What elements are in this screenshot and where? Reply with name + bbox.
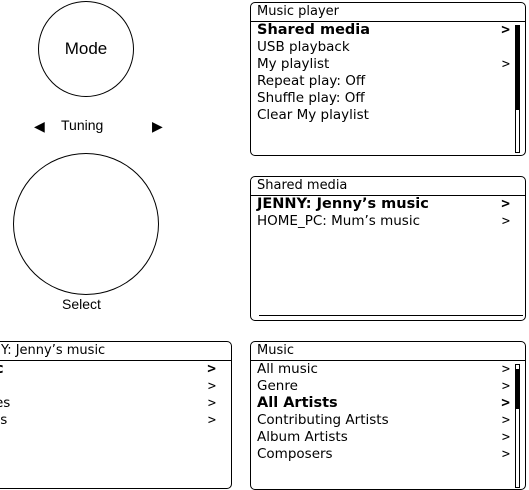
chevron-right-icon: >: [501, 446, 510, 462]
menu-item-clear-playlist[interactable]: Clear My playlist: [251, 107, 525, 124]
lcd-music-player: Music player Shared media > USB playback…: [250, 2, 526, 156]
tuning-left-arrow-icon[interactable]: ◀: [34, 118, 45, 135]
chevron-right-icon: >: [501, 22, 510, 38]
menu-item-3[interactable]: es >: [0, 395, 231, 412]
lcd-jenny-music: Y: Jenny’s music c > > es > ts >: [0, 341, 232, 489]
scrollbar-thumb[interactable]: [516, 26, 519, 110]
menu-list: c > > es > ts >: [0, 361, 231, 429]
menu-item-my-playlist[interactable]: My playlist >: [251, 56, 525, 73]
menu-item-label: c: [0, 361, 4, 377]
tuning-control: ◀ Tuning ▶: [34, 117, 166, 137]
menu-item-1[interactable]: c >: [0, 361, 231, 378]
menu-item-2[interactable]: >: [0, 378, 231, 395]
chevron-right-icon: >: [501, 429, 510, 445]
select-knob[interactable]: [13, 153, 159, 295]
chevron-right-icon: >: [501, 56, 510, 72]
menu-item-label: es: [0, 395, 11, 411]
tuning-right-arrow-icon[interactable]: ▶: [152, 118, 163, 135]
lcd-title: Shared media: [251, 177, 525, 196]
menu-item-label: Repeat play: Off: [257, 73, 366, 89]
menu-item-repeat-play[interactable]: Repeat play: Off: [251, 73, 525, 90]
menu-list: All music > Genre > All Artists > Contri…: [251, 361, 525, 463]
scrollbar[interactable]: [515, 364, 520, 488]
tuning-label: Tuning: [61, 117, 104, 133]
menu-item-label: Shuffle play: Off: [257, 90, 365, 106]
menu-item-label: Genre: [257, 378, 298, 394]
lcd-music: Music All music > Genre > All Artists > …: [250, 341, 526, 490]
menu-item-label: USB playback: [257, 39, 350, 55]
menu-item-label: Contributing Artists: [257, 412, 389, 428]
menu-item-composers[interactable]: Composers >: [251, 446, 525, 463]
select-label: Select: [62, 296, 101, 312]
chevron-right-icon: >: [501, 213, 510, 229]
chevron-right-icon: >: [501, 361, 510, 377]
lcd-title: Music: [251, 342, 525, 361]
menu-item-shared-media[interactable]: Shared media >: [251, 22, 525, 39]
scrollbar-thumb[interactable]: [516, 369, 519, 409]
menu-item-contributing-artists[interactable]: Contributing Artists >: [251, 412, 525, 429]
chevron-right-icon: >: [501, 395, 510, 411]
chevron-right-icon: >: [207, 412, 216, 428]
scrollbar[interactable]: [515, 25, 520, 153]
menu-item-label: My playlist: [257, 56, 330, 72]
mode-button-label: Mode: [64, 39, 108, 58]
menu-item-label: Clear My playlist: [257, 107, 369, 123]
chevron-right-icon: >: [207, 395, 216, 411]
menu-item-label: HOME_PC: Mum’s music: [257, 213, 420, 229]
chevron-right-icon: >: [501, 378, 510, 394]
menu-item-all-music[interactable]: All music >: [251, 361, 525, 378]
lcd-title: Music player: [251, 3, 525, 22]
lcd-title: Y: Jenny’s music: [0, 342, 231, 361]
menu-item-genre[interactable]: Genre >: [251, 378, 525, 395]
menu-item-label: All Artists: [257, 395, 338, 411]
menu-item-label: Composers: [257, 446, 333, 462]
menu-item-label: Shared media: [257, 22, 371, 38]
chevron-right-icon: >: [501, 196, 510, 212]
menu-item-label: All music: [257, 361, 318, 377]
menu-item-label: ts: [0, 412, 8, 428]
menu-list: JENNY: Jenny’s music > HOME_PC: Mum’s mu…: [251, 196, 525, 230]
divider: [259, 315, 523, 316]
menu-item-4[interactable]: ts >: [0, 412, 231, 429]
mode-button[interactable]: Mode: [38, 1, 134, 97]
menu-item-label: Album Artists: [257, 429, 348, 445]
chevron-right-icon: >: [207, 361, 216, 377]
chevron-right-icon: >: [207, 378, 216, 394]
lcd-shared-media: Shared media JENNY: Jenny’s music > HOME…: [250, 176, 526, 321]
menu-item-usb-playback[interactable]: USB playback: [251, 39, 525, 56]
menu-item-jenny[interactable]: JENNY: Jenny’s music >: [251, 196, 525, 213]
menu-item-album-artists[interactable]: Album Artists >: [251, 429, 525, 446]
menu-item-shuffle-play[interactable]: Shuffle play: Off: [251, 90, 525, 107]
menu-item-label: JENNY: Jenny’s music: [257, 196, 429, 212]
chevron-right-icon: >: [501, 412, 510, 428]
menu-item-all-artists[interactable]: All Artists >: [251, 395, 525, 412]
menu-item-home-pc[interactable]: HOME_PC: Mum’s music >: [251, 213, 525, 230]
menu-list: Shared media > USB playback My playlist …: [251, 22, 525, 124]
